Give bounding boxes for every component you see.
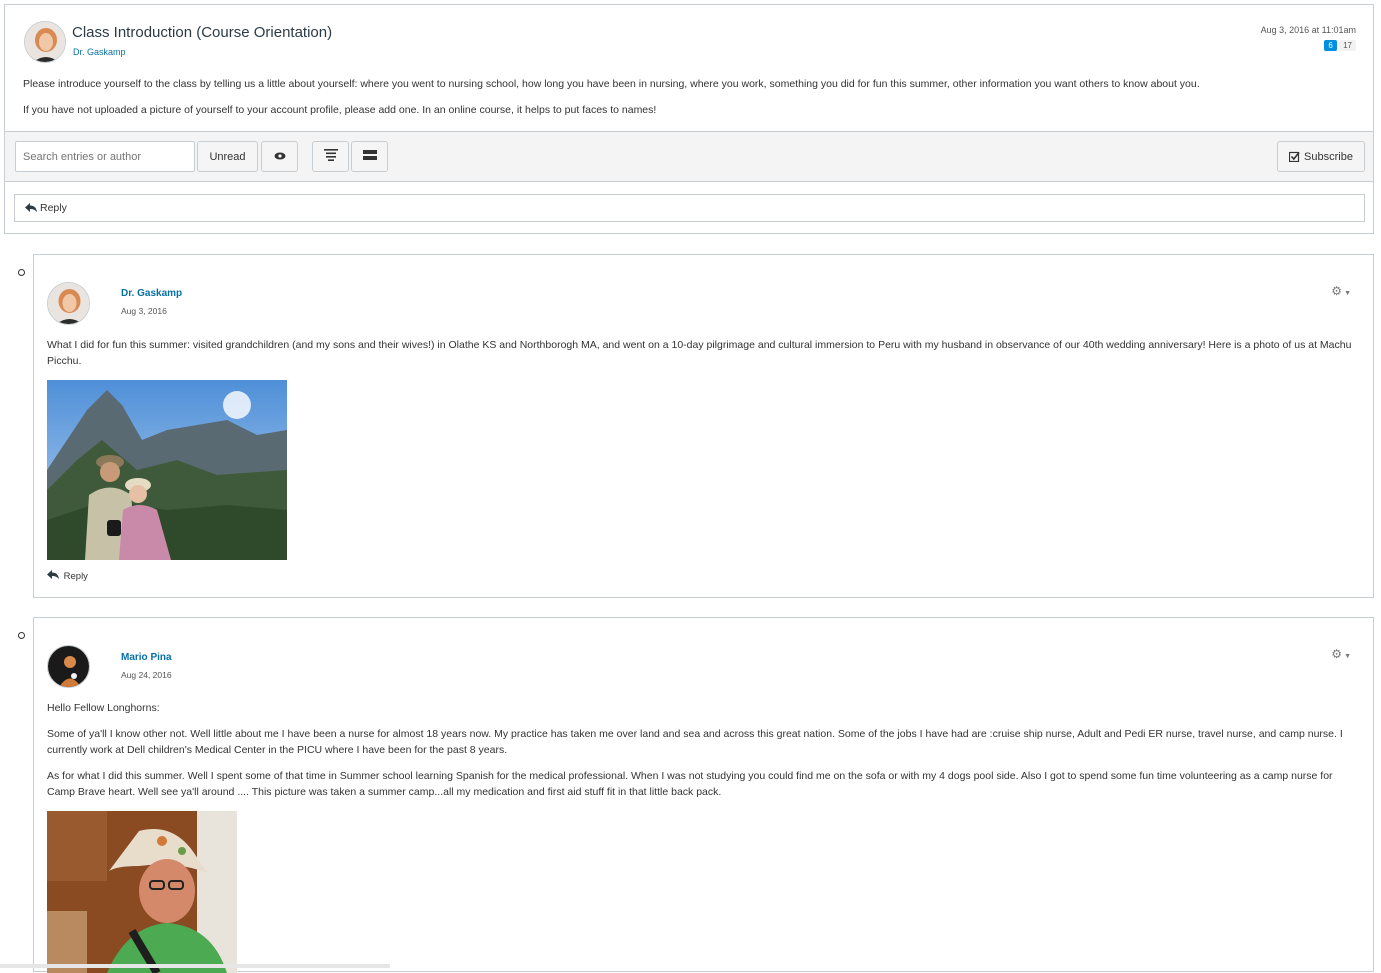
entry-message-p2: Some of ya'll I know other not. Well lit… bbox=[47, 728, 1343, 756]
entry-message: What I did for fun this summer: visited … bbox=[47, 339, 1352, 367]
entry-photo-machu-picchu[interactable] bbox=[47, 380, 287, 560]
entry-settings-menu[interactable]: ⚙ ▼ bbox=[1331, 647, 1351, 661]
reply-label: Reply bbox=[63, 571, 88, 582]
collapse-lines-icon bbox=[362, 149, 377, 164]
entry-bullet bbox=[18, 269, 25, 276]
expand-lines-icon bbox=[323, 149, 338, 164]
topic-date: Aug 3, 2016 at 11:01am bbox=[1260, 25, 1356, 35]
total-count-badge: 17 bbox=[1339, 40, 1356, 51]
caret-down-icon: ▼ bbox=[1344, 653, 1351, 660]
author-avatar[interactable] bbox=[24, 21, 66, 63]
horizontal-scrollbar[interactable] bbox=[0, 964, 390, 968]
entry-settings-menu[interactable]: ⚙ ▼ bbox=[1331, 284, 1351, 298]
gear-icon: ⚙ bbox=[1331, 284, 1343, 298]
topic-title: Class Introduction (Course Orientation) bbox=[72, 24, 333, 41]
entry-message-p3: As for what I did this summer. Well I sp… bbox=[47, 770, 1333, 798]
entry-date: Aug 3, 2016 bbox=[121, 306, 167, 316]
subscribe-button[interactable]: Subscribe bbox=[1277, 141, 1365, 172]
entry-photo-camp[interactable] bbox=[47, 811, 237, 973]
discussion-entry: Mario Pina Aug 24, 2016 ⚙ ▼ Hello Fellow … bbox=[33, 617, 1374, 973]
reply-arrow-icon bbox=[47, 570, 59, 580]
mark-all-read-button[interactable] bbox=[261, 141, 298, 172]
entry-author-link[interactable]: Mario Pina bbox=[121, 652, 172, 663]
collapse-all-button[interactable] bbox=[351, 141, 388, 172]
checkbox-checked-icon bbox=[1289, 151, 1300, 162]
subscribe-label: Subscribe bbox=[1304, 150, 1353, 163]
expand-all-button[interactable] bbox=[312, 141, 349, 172]
gear-icon: ⚙ bbox=[1331, 647, 1343, 661]
entry-author-link[interactable]: Dr. Gaskamp bbox=[121, 288, 182, 299]
discussion-topic: Class Introduction (Course Orientation) … bbox=[4, 4, 1374, 234]
caret-down-icon: ▼ bbox=[1344, 290, 1351, 297]
entry-message-p1: Hello Fellow Longhorns: bbox=[47, 702, 160, 714]
topic-reply-button[interactable]: Reply bbox=[14, 194, 1365, 222]
reply-arrow-icon bbox=[25, 203, 37, 213]
entry-counts: 6 17 bbox=[1324, 40, 1356, 51]
topic-author-link[interactable]: Dr. Gaskamp bbox=[73, 47, 126, 57]
unread-filter-button[interactable]: Unread bbox=[197, 141, 258, 172]
discussion-toolbar: Unread Subscribe bbox=[5, 131, 1373, 182]
entry-avatar[interactable] bbox=[47, 645, 90, 688]
entry-avatar[interactable] bbox=[47, 282, 90, 325]
unread-count-badge: 6 bbox=[1324, 40, 1337, 51]
entry-reply-button[interactable]: Reply bbox=[47, 570, 88, 582]
topic-message-p2: If you have not uploaded a picture of yo… bbox=[23, 104, 657, 116]
reply-label: Reply bbox=[40, 202, 67, 214]
search-input[interactable] bbox=[15, 141, 195, 172]
discussion-entry: Dr. Gaskamp Aug 3, 2016 ⚙ ▼ What I did fo… bbox=[33, 254, 1374, 598]
eye-icon bbox=[274, 151, 286, 163]
topic-message-p1: Please introduce yourself to the class b… bbox=[23, 78, 1200, 90]
entry-date: Aug 24, 2016 bbox=[121, 670, 172, 680]
entry-bullet bbox=[18, 632, 25, 639]
